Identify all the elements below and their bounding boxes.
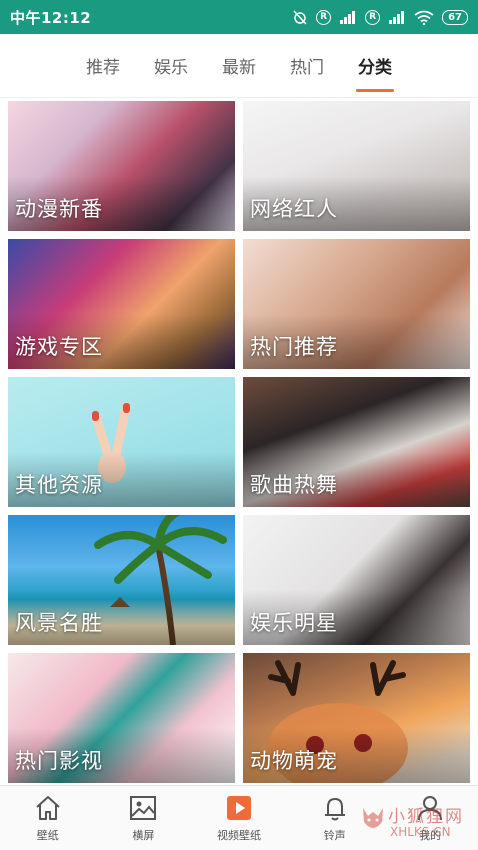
category-card-other[interactable]: 其他资源: [8, 377, 235, 507]
nav-label: 视频壁纸: [216, 828, 261, 842]
category-grid: 动漫新番 网络红人 游戏专区 热门推荐 其他资源 歌曲热舞 风景名胜 娱乐明星 …: [8, 101, 470, 783]
category-tabs: 推荐 娱乐 最新 热门 分类: [0, 34, 478, 98]
tab-recommend[interactable]: 推荐: [84, 47, 122, 84]
nav-landscape[interactable]: 横屏: [96, 786, 192, 850]
category-label: 热门影视: [15, 749, 103, 773]
watermark-url: XHLKS.CN: [390, 825, 451, 839]
watermark-title: 小狐狸网: [388, 807, 464, 827]
category-card-pets[interactable]: 动物萌宠: [243, 653, 470, 783]
nav-label: 横屏: [132, 828, 155, 842]
nav-label: 铃声: [323, 828, 346, 842]
battery-icon: 67: [442, 9, 468, 25]
registered-icon: R: [365, 9, 381, 25]
category-label: 动漫新番: [15, 197, 103, 221]
fox-logo-icon: [363, 808, 383, 828]
category-card-games[interactable]: 游戏专区: [8, 239, 235, 369]
status-time: 中午12:12: [10, 8, 92, 27]
status-icons: R R 67: [292, 9, 468, 25]
registered-icon: R: [316, 9, 332, 25]
wifi-icon: [414, 10, 434, 25]
category-card-scenery[interactable]: 风景名胜: [8, 515, 235, 645]
video-icon: [226, 795, 251, 820]
category-label: 热门推荐: [250, 335, 338, 359]
bell-icon: [324, 797, 345, 820]
category-card-celebrity[interactable]: 娱乐明星: [243, 515, 470, 645]
home-icon: [36, 795, 60, 820]
status-bar: 中午12:12 R R 67: [0, 0, 478, 34]
signal-icon: [340, 11, 356, 24]
image-icon: [130, 795, 157, 820]
category-label: 网络红人: [250, 197, 338, 221]
category-label: 动物萌宠: [250, 749, 338, 773]
alarm-off-icon: [293, 10, 307, 25]
category-card-dance[interactable]: 歌曲热舞: [243, 377, 470, 507]
category-label: 其他资源: [15, 473, 103, 497]
nav-label: 壁纸: [36, 828, 59, 842]
category-card-hot-recommend[interactable]: 热门推荐: [243, 239, 470, 369]
category-card-influencer[interactable]: 网络红人: [243, 101, 470, 231]
category-label: 风景名胜: [15, 611, 103, 635]
tab-category[interactable]: 分类: [356, 47, 394, 92]
tab-latest[interactable]: 最新: [220, 47, 258, 84]
category-label: 娱乐明星: [250, 611, 338, 635]
tab-entertainment[interactable]: 娱乐: [152, 47, 190, 84]
category-card-movies[interactable]: 热门影视: [8, 653, 235, 783]
tab-popular[interactable]: 热门: [288, 47, 326, 84]
category-label: 歌曲热舞: [250, 473, 338, 497]
signal-icon: [389, 11, 405, 24]
nav-video-wallpaper[interactable]: 视频壁纸: [191, 786, 287, 850]
watermark: 小狐狸网 XHLKS.CN: [360, 800, 470, 845]
category-card-anime[interactable]: 动漫新番: [8, 101, 235, 231]
category-label: 游戏专区: [15, 335, 103, 359]
nav-wallpaper[interactable]: 壁纸: [0, 786, 96, 850]
